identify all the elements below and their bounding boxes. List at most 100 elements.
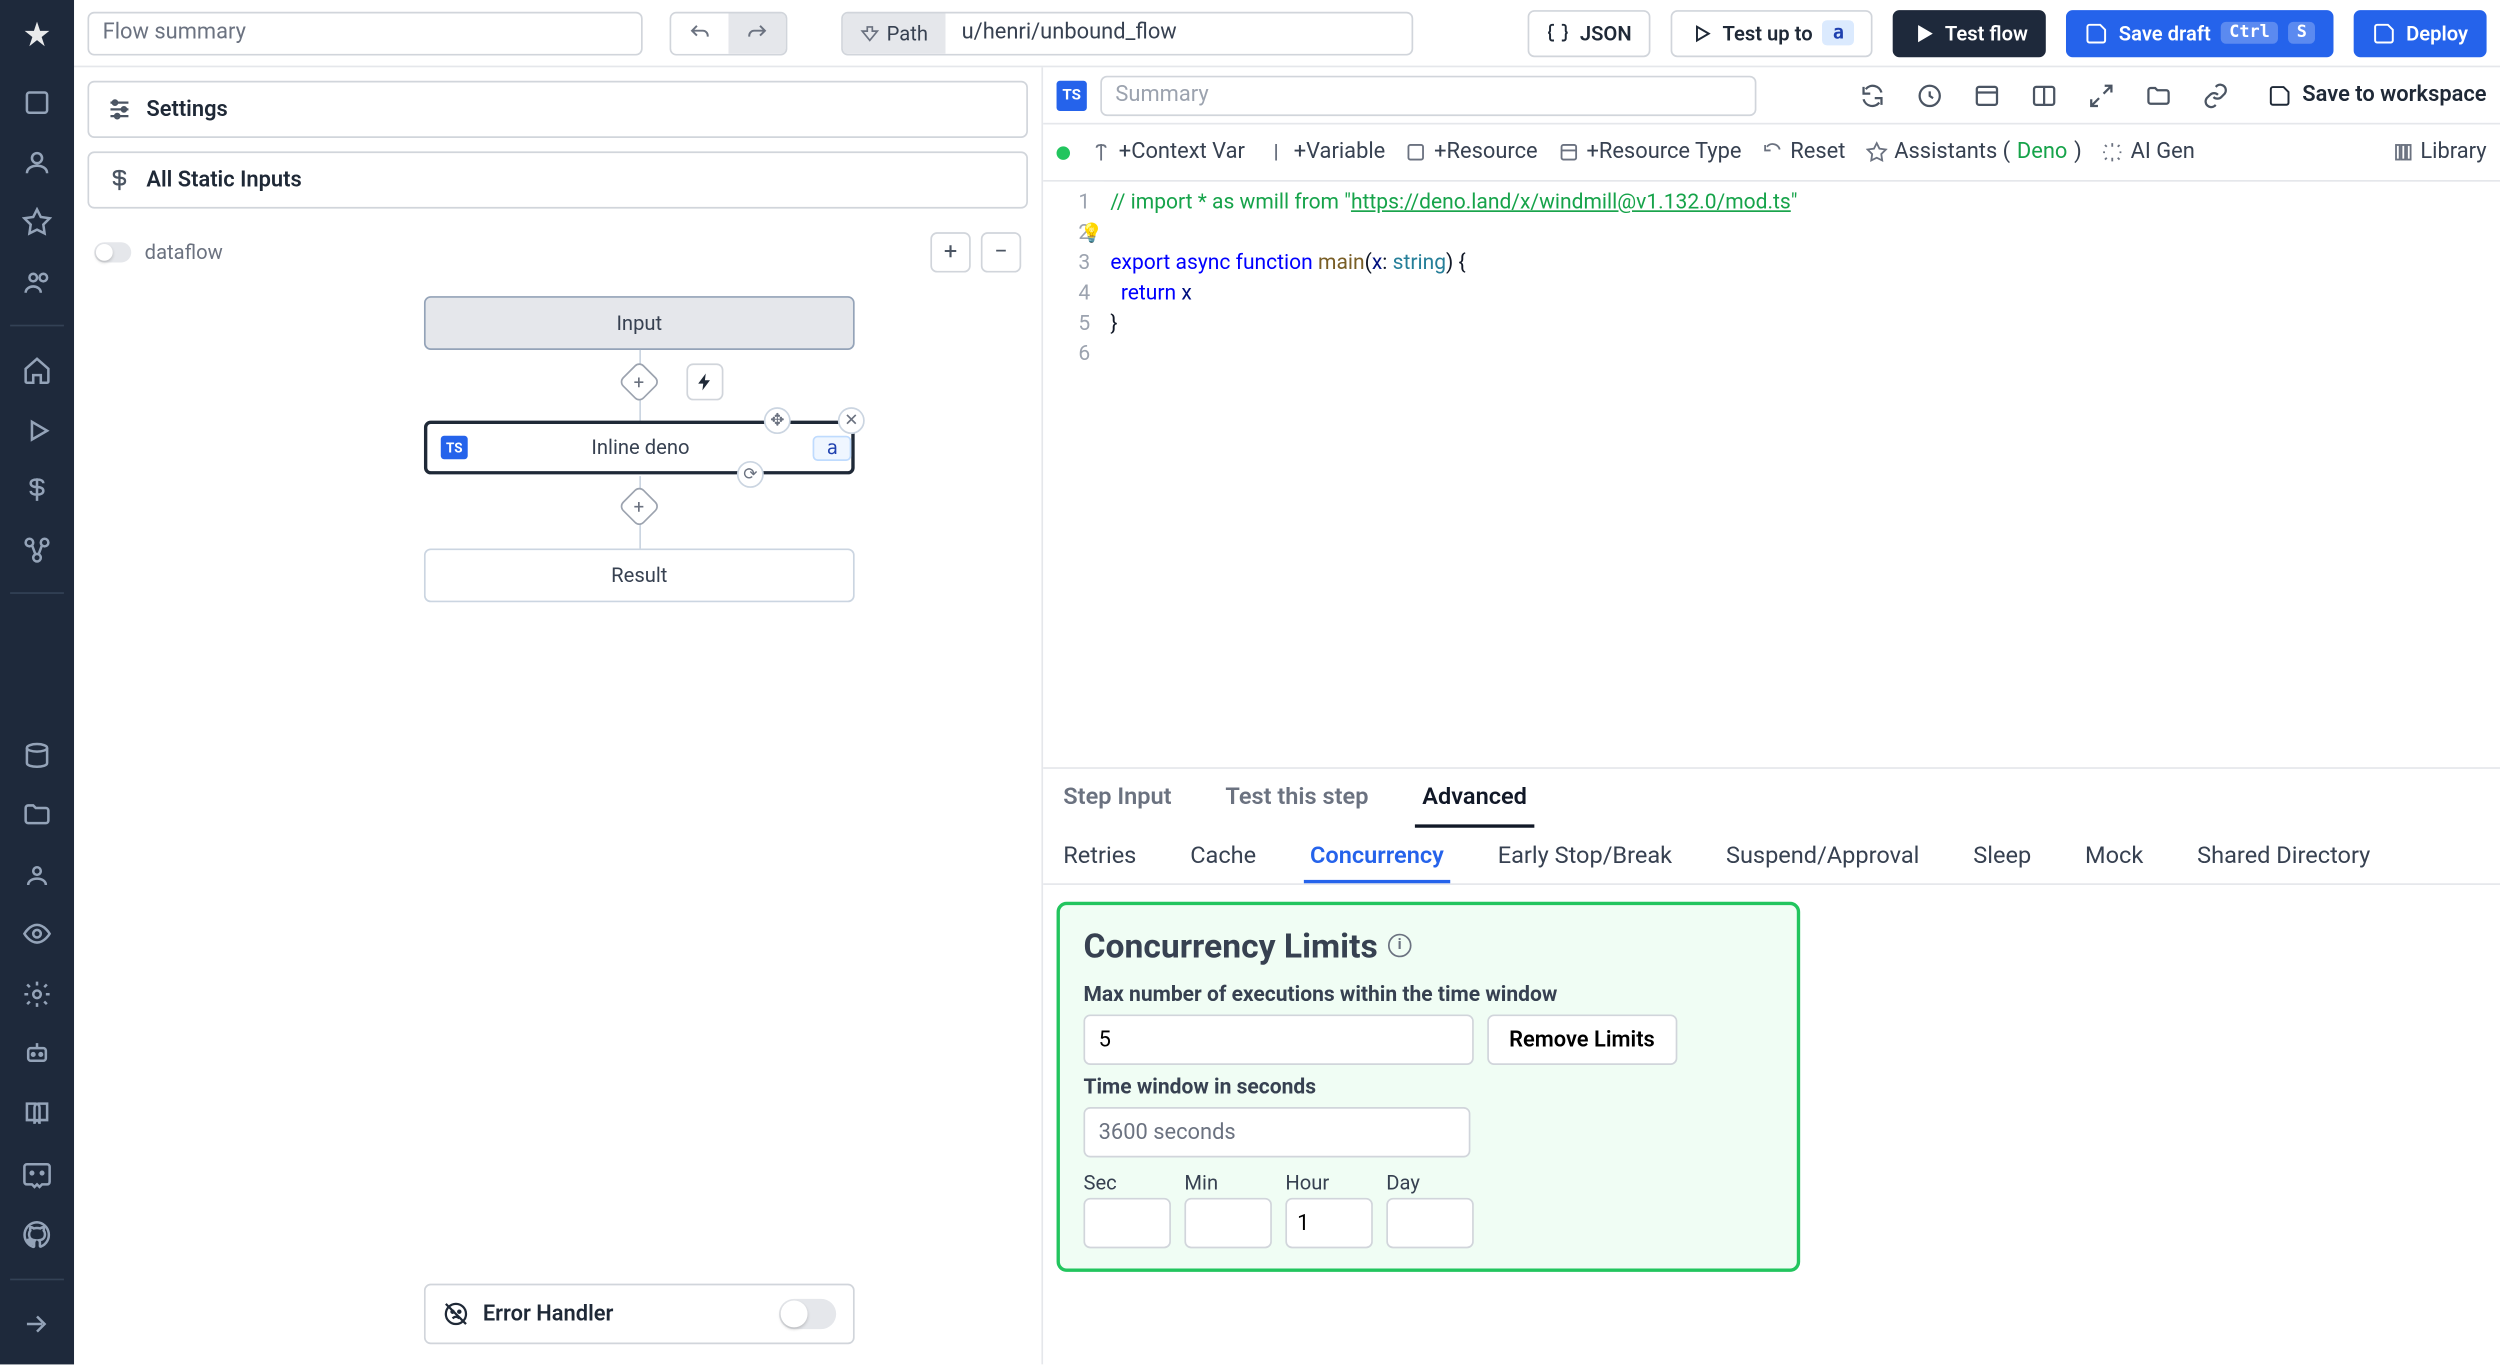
call-icon[interactable] xyxy=(2080,75,2124,115)
folder-icon[interactable] xyxy=(10,789,64,842)
subtab-concurrency[interactable]: Concurrency xyxy=(1303,833,1450,883)
status-dot-icon xyxy=(1057,146,1070,159)
add-step-button-2[interactable]: + xyxy=(618,485,661,528)
home-icon[interactable] xyxy=(10,344,64,397)
subtab-sleep[interactable]: Sleep xyxy=(1967,833,2038,883)
dataflow-toggle[interactable] xyxy=(94,242,131,262)
max-exec-label: Max number of executions within the time… xyxy=(1083,983,1773,1008)
context-var-button[interactable]: +Context Var xyxy=(1090,140,1245,165)
history-icon[interactable] xyxy=(1909,75,1953,115)
hour-input[interactable] xyxy=(1285,1198,1372,1248)
logo-icon xyxy=(13,13,60,59)
assistants-button[interactable]: Assistants (Deno) xyxy=(1866,140,2082,165)
code-editor[interactable]: 123456 // import * as wmill from "https:… xyxy=(1043,182,2500,767)
tab-test-step[interactable]: Test this step xyxy=(1219,771,1376,828)
graph-icon[interactable] xyxy=(10,523,64,576)
subtab-shared-dir[interactable]: Shared Directory xyxy=(2190,833,2377,883)
flow-canvas-panel: Settings All Static Inputs dataflow + − … xyxy=(74,67,1043,1364)
split-icon[interactable] xyxy=(2023,75,2067,115)
advanced-sub-tabs: Retries Cache Concurrency Early Stop/Bre… xyxy=(1043,828,2500,885)
window-display xyxy=(1083,1107,1470,1157)
test-flow-button[interactable]: Test flow xyxy=(1893,9,2047,56)
folder-icon-small[interactable] xyxy=(2137,75,2181,115)
delete-step-button[interactable]: ✕ xyxy=(838,407,865,434)
ts-badge-icon: TS xyxy=(441,436,468,460)
json-button[interactable]: JSON xyxy=(1528,9,1650,56)
variable-button[interactable]: +Variable xyxy=(1265,140,1385,165)
reset-button[interactable]: Reset xyxy=(1762,140,1846,165)
dollar-icon[interactable] xyxy=(10,463,64,516)
input-node[interactable]: Input xyxy=(424,296,855,350)
redo-button[interactable] xyxy=(728,13,785,53)
subtab-retries[interactable]: Retries xyxy=(1057,833,1144,883)
user-icon[interactable] xyxy=(10,136,64,189)
subtab-cache[interactable]: Cache xyxy=(1183,833,1262,883)
ai-gen-button[interactable]: AI Gen xyxy=(2102,140,2195,165)
refresh-icon[interactable] xyxy=(1851,75,1895,115)
line-gutter: 123456 xyxy=(1043,182,1104,767)
resource-type-button[interactable]: +Resource Type xyxy=(1558,140,1742,165)
topbar: Path u/henri/unbound_flow JSON Test up t… xyxy=(74,0,2500,67)
max-exec-input[interactable] xyxy=(1083,1014,1473,1064)
window-label: Time window in seconds xyxy=(1083,1075,1773,1100)
panel-title: Concurrency Limitsi xyxy=(1083,925,1773,965)
editor-toolbar: +Context Var +Variable +Resource +Resour… xyxy=(1043,124,2500,181)
editor-header: TS Save to workspace xyxy=(1043,67,2500,124)
book-icon[interactable] xyxy=(10,1087,64,1141)
step-tabs: Step Input Test this step Advanced xyxy=(1043,767,2500,828)
tab-advanced[interactable]: Advanced xyxy=(1416,771,1534,828)
bot-icon[interactable] xyxy=(10,1027,64,1080)
move-handle-icon[interactable]: ✥ xyxy=(764,407,791,434)
all-static-inputs-card[interactable]: All Static Inputs xyxy=(87,151,1027,208)
workspace-icon[interactable] xyxy=(10,77,64,130)
tab-step-input[interactable]: Step Input xyxy=(1057,771,1179,828)
result-node[interactable]: Result xyxy=(424,548,855,602)
error-handler-card[interactable]: Error Handler xyxy=(424,1284,855,1345)
path-chip[interactable]: Path u/henri/unbound_flow xyxy=(841,11,1413,55)
gear-icon[interactable] xyxy=(10,968,64,1021)
sec-input[interactable] xyxy=(1083,1198,1170,1248)
sidebar xyxy=(0,0,74,1364)
min-input[interactable] xyxy=(1184,1198,1271,1248)
cache-indicator-icon[interactable]: ⟳ xyxy=(737,461,764,488)
subtab-mock[interactable]: Mock xyxy=(2078,833,2150,883)
step-node[interactable]: TS Inline deno a ✥ ✕ ⟳ xyxy=(424,421,855,475)
subtab-early-stop[interactable]: Early Stop/Break xyxy=(1491,833,1679,883)
add-step-button-1[interactable]: + xyxy=(618,360,661,403)
github-icon[interactable] xyxy=(10,1208,64,1262)
error-handler-toggle[interactable] xyxy=(779,1299,836,1329)
bolt-button[interactable] xyxy=(686,363,723,400)
flow-summary-input[interactable] xyxy=(87,11,642,55)
day-input[interactable] xyxy=(1386,1198,1473,1248)
path-label: Path xyxy=(887,21,928,45)
resource-button[interactable]: +Resource xyxy=(1405,140,1537,165)
panel-icon[interactable] xyxy=(1966,75,2010,115)
path-value: u/henri/unbound_flow xyxy=(945,20,1412,45)
deploy-button[interactable]: Deploy xyxy=(2354,9,2487,56)
zoom-in-button[interactable]: + xyxy=(930,232,970,272)
zoom-out-button[interactable]: − xyxy=(981,232,1021,272)
collapse-icon[interactable] xyxy=(10,1297,64,1351)
team-icon[interactable] xyxy=(10,848,64,901)
settings-card[interactable]: Settings xyxy=(87,81,1027,138)
star-icon[interactable] xyxy=(10,196,64,249)
library-button[interactable]: Library xyxy=(2392,140,2487,165)
step-summary-input[interactable] xyxy=(1100,75,1756,115)
save-draft-button[interactable]: Save draftCtrlS xyxy=(2067,9,2334,56)
dataflow-label: dataflow xyxy=(145,241,223,265)
ts-lang-badge: TS xyxy=(1057,80,1087,110)
subtab-suspend[interactable]: Suspend/Approval xyxy=(1719,833,1926,883)
remove-limits-button[interactable]: Remove Limits xyxy=(1487,1014,1676,1064)
eye-icon[interactable] xyxy=(10,908,64,961)
code-content[interactable]: // import * as wmill from "https://deno.… xyxy=(1104,182,2500,767)
discord-icon[interactable] xyxy=(10,1148,64,1202)
link-icon[interactable] xyxy=(2195,75,2239,115)
database-icon[interactable] xyxy=(10,729,64,782)
users-icon[interactable] xyxy=(10,256,64,309)
concurrency-panel: Concurrency Limitsi Max number of execut… xyxy=(1057,902,1801,1272)
undo-button[interactable] xyxy=(671,13,728,53)
play-icon[interactable] xyxy=(10,404,64,457)
info-icon[interactable]: i xyxy=(1388,934,1412,958)
save-to-workspace-button[interactable]: Save to workspace xyxy=(2269,82,2487,107)
test-up-to-button[interactable]: Test up toa xyxy=(1670,9,1872,56)
